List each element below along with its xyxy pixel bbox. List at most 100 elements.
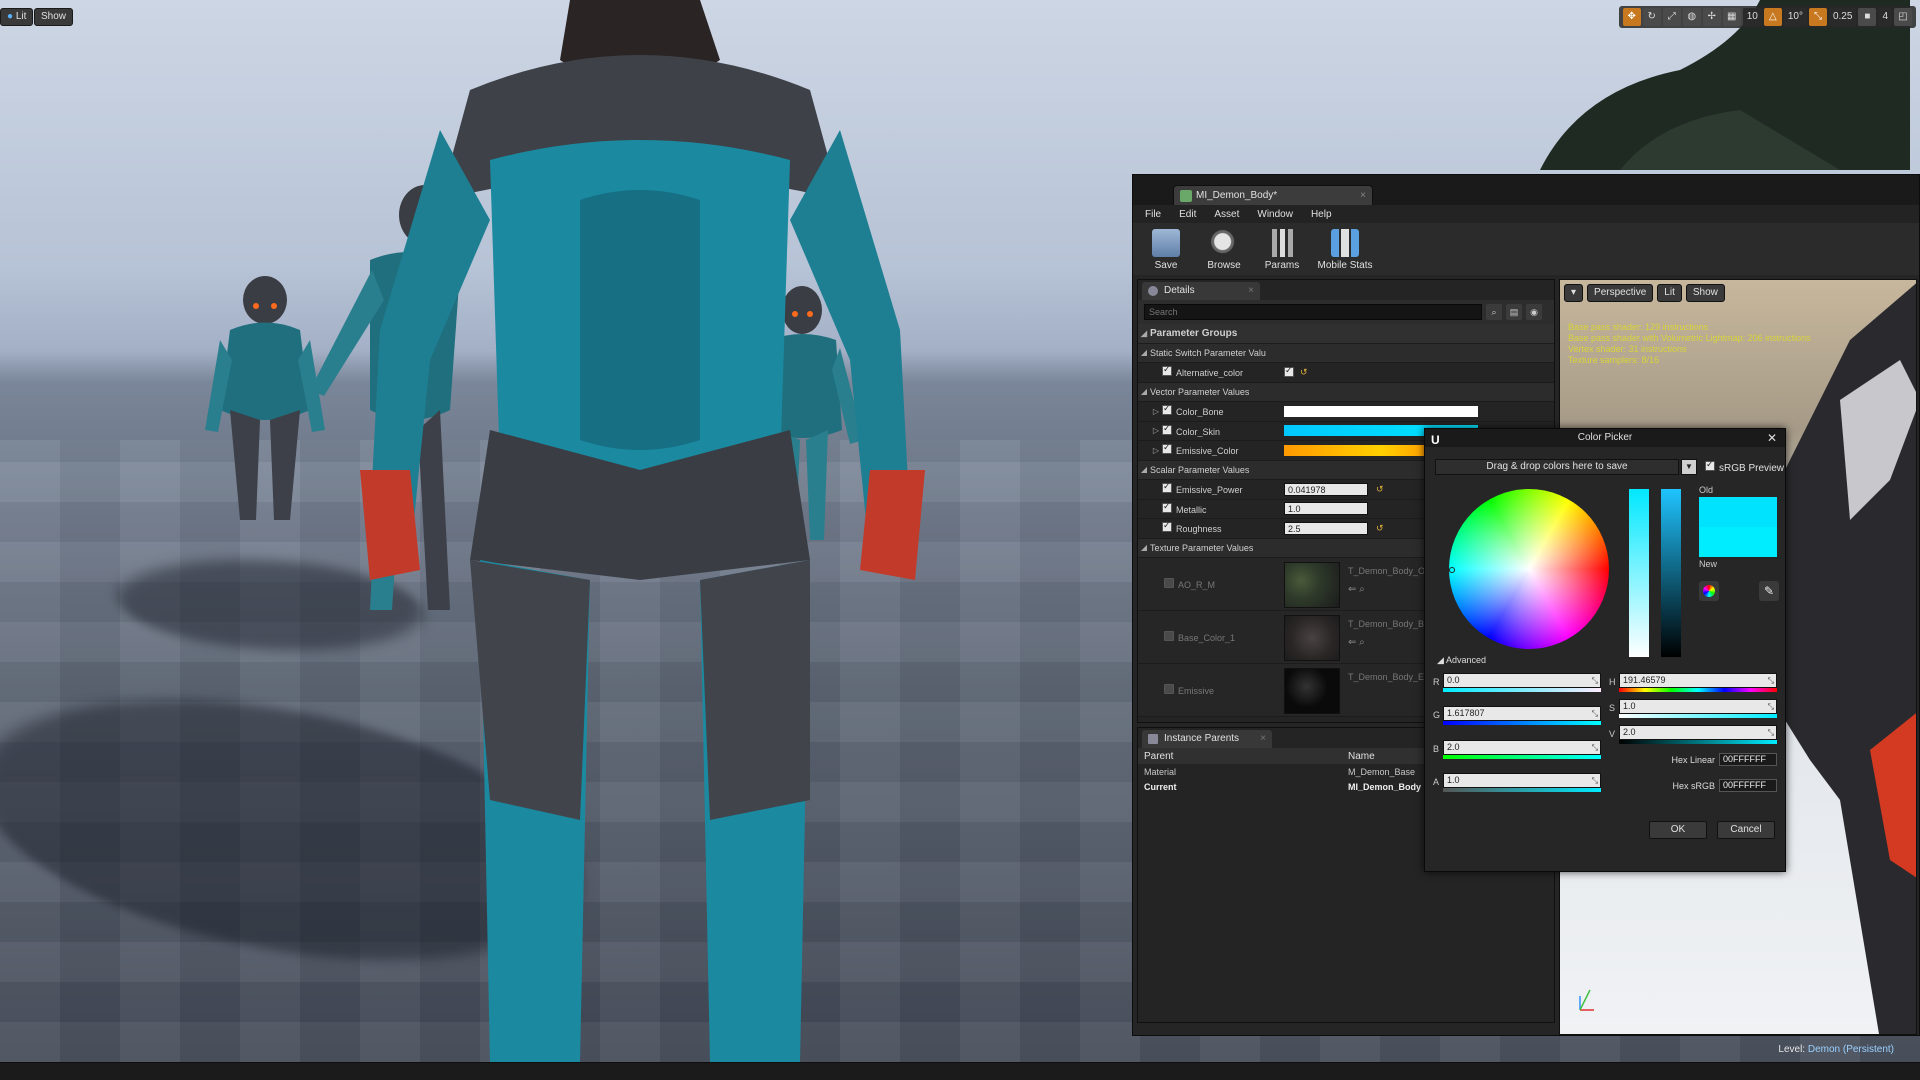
saturation-slider[interactable]: [1629, 489, 1649, 657]
alpha-channel-field[interactable]: 1.0 ⤡: [1443, 773, 1601, 788]
camera-speed-value[interactable]: 4: [1878, 8, 1892, 26]
override-checkbox[interactable]: [1164, 578, 1174, 588]
eyedropper-icon[interactable]: ✎: [1759, 581, 1779, 601]
menu-file[interactable]: File: [1145, 209, 1161, 220]
color-wheel[interactable]: [1449, 489, 1609, 649]
hex-linear-field[interactable]: 00FFFFFF: [1719, 753, 1777, 766]
color-picker-titlebar[interactable]: U Color Picker ✕: [1425, 429, 1785, 447]
rotate-icon[interactable]: ↻: [1642, 8, 1661, 26]
texture-thumbnail[interactable]: [1284, 562, 1340, 608]
saturation-value: 1.0: [1623, 701, 1636, 711]
mobile-stats-button[interactable]: Mobile Stats: [1315, 227, 1375, 271]
menu-asset[interactable]: Asset: [1214, 209, 1239, 220]
red-channel-field[interactable]: 0.0 ⤡: [1443, 673, 1601, 688]
emissive-power-field[interactable]: 0.041978: [1284, 482, 1368, 496]
scale-icon[interactable]: ⤢: [1662, 8, 1681, 26]
reset-to-default-icon[interactable]: ↺: [1376, 523, 1384, 534]
vector-params-group[interactable]: ◢ Vector Parameter Values: [1138, 382, 1554, 402]
texture-asset-name[interactable]: T_Demon_Body_O: [1348, 566, 1425, 576]
chevron-down-icon[interactable]: ▼: [1681, 459, 1697, 475]
close-icon[interactable]: ×: [1248, 282, 1254, 300]
reset-to-default-icon[interactable]: ↺: [1300, 367, 1308, 378]
expand-triangle-icon[interactable]: ▷: [1150, 446, 1162, 455]
surface-snap-icon[interactable]: ✢: [1702, 8, 1721, 26]
property-matrix-icon[interactable]: ▤: [1506, 304, 1522, 320]
maximize-viewport-icon[interactable]: ◰: [1894, 8, 1912, 26]
override-checkbox[interactable]: [1164, 631, 1174, 641]
preview-show-button[interactable]: Show: [1685, 284, 1725, 302]
hex-srgb-field[interactable]: 00FFFFFF: [1719, 779, 1777, 792]
expand-triangle-icon[interactable]: ▷: [1150, 426, 1162, 435]
srgb-preview-toggle[interactable]: sRGB Preview: [1705, 459, 1784, 474]
parameter-groups-header[interactable]: ◢ Parameter Groups: [1138, 324, 1554, 344]
texture-thumbnail[interactable]: [1284, 668, 1340, 714]
instance-parents-tab[interactable]: Instance Parents ×: [1142, 730, 1272, 748]
preview-options-dropdown[interactable]: ▾: [1564, 284, 1584, 302]
camera-speed-icon[interactable]: ■: [1858, 8, 1877, 26]
override-checkbox[interactable]: [1162, 522, 1172, 533]
advanced-section-toggle[interactable]: ◢ Advanced: [1437, 655, 1486, 666]
texture-thumbnail[interactable]: [1284, 615, 1340, 661]
rotation-snap-value[interactable]: 10°: [1783, 8, 1807, 26]
texture-asset-name[interactable]: T_Demon_Body_B: [1348, 619, 1424, 629]
browse-button[interactable]: Browse: [1199, 227, 1249, 271]
params-button[interactable]: Params: [1257, 227, 1307, 271]
save-button[interactable]: Save: [1141, 227, 1191, 271]
viewport-show-button[interactable]: Show: [34, 8, 74, 26]
override-checkbox[interactable]: [1162, 444, 1172, 455]
value-channel-field[interactable]: 2.0 ⤡: [1619, 725, 1777, 740]
srgb-preview-checkbox[interactable]: [1705, 459, 1715, 471]
roughness-field[interactable]: 2.5: [1284, 521, 1368, 535]
hue-channel-field[interactable]: 191.46579 ⤡: [1619, 673, 1777, 688]
grid-snap-value[interactable]: 10: [1742, 8, 1762, 26]
color-bone-swatch[interactable]: [1284, 405, 1478, 417]
alternative-color-checkbox[interactable]: [1284, 365, 1294, 378]
static-switch-group[interactable]: ◢ Static Switch Parameter Valu: [1138, 343, 1554, 363]
preview-lit-button[interactable]: Lit: [1657, 284, 1682, 302]
close-icon[interactable]: ×: [1260, 730, 1266, 748]
color-wheel-mode-icon[interactable]: [1699, 581, 1719, 601]
translate-icon[interactable]: ✥: [1622, 8, 1641, 26]
menu-edit[interactable]: Edit: [1179, 209, 1196, 220]
use-selected-arrow-icon[interactable]: ⇐ ⌕: [1348, 637, 1365, 648]
color-wheel-handle[interactable]: [1449, 567, 1455, 573]
menu-help[interactable]: Help: [1311, 209, 1332, 220]
reset-to-default-icon[interactable]: ↺: [1376, 484, 1384, 495]
close-icon[interactable]: ✕: [1767, 429, 1777, 447]
metallic-field[interactable]: 1.0: [1284, 502, 1368, 516]
override-checkbox[interactable]: [1162, 502, 1172, 513]
override-checkbox[interactable]: [1162, 424, 1172, 435]
expand-triangle-icon[interactable]: ▷: [1150, 407, 1162, 416]
texture-asset-name[interactable]: T_Demon_Body_E: [1348, 672, 1424, 682]
override-checkbox[interactable]: [1162, 366, 1172, 377]
override-checkbox[interactable]: [1162, 483, 1172, 494]
perspective-button[interactable]: Perspective: [1587, 284, 1654, 302]
view-options-eye-icon[interactable]: ◉: [1526, 304, 1542, 320]
use-selected-arrow-icon[interactable]: ⇐ ⌕: [1348, 584, 1365, 595]
details-tab[interactable]: Details ×: [1142, 282, 1260, 300]
search-icon[interactable]: ⌕: [1486, 304, 1502, 320]
ok-button[interactable]: OK: [1649, 821, 1707, 839]
close-icon[interactable]: ×: [1360, 186, 1366, 206]
saturation-channel-field[interactable]: 1.0 ⤡: [1619, 699, 1777, 714]
search-input[interactable]: [1144, 304, 1482, 320]
old-color-swatch[interactable]: [1699, 497, 1777, 527]
material-instance-icon: [1180, 190, 1192, 202]
editor-tab[interactable]: MI_Demon_Body* ×: [1173, 185, 1373, 205]
mobile-stats-icon: [1331, 229, 1359, 257]
green-channel-field[interactable]: 1.617807 ⤡: [1443, 706, 1601, 721]
cancel-button[interactable]: Cancel: [1717, 821, 1775, 839]
world-local-icon[interactable]: ◍: [1682, 8, 1701, 26]
override-checkbox[interactable]: [1162, 405, 1172, 416]
rotation-snap-icon[interactable]: △: [1763, 8, 1782, 26]
viewport-lit-button[interactable]: ● Lit: [0, 8, 34, 26]
column-header-parent[interactable]: Parent: [1138, 751, 1348, 762]
color-theme-dropzone[interactable]: Drag & drop colors here to save: [1435, 459, 1679, 475]
override-checkbox[interactable]: [1164, 684, 1174, 694]
scale-snap-icon[interactable]: ⤡: [1808, 8, 1827, 26]
menu-window[interactable]: Window: [1257, 209, 1293, 220]
grid-snap-icon[interactable]: ▦: [1722, 8, 1741, 26]
scale-snap-value[interactable]: 0.25: [1828, 8, 1857, 26]
blue-channel-field[interactable]: 2.0 ⤡: [1443, 740, 1601, 755]
value-slider[interactable]: [1661, 489, 1681, 657]
